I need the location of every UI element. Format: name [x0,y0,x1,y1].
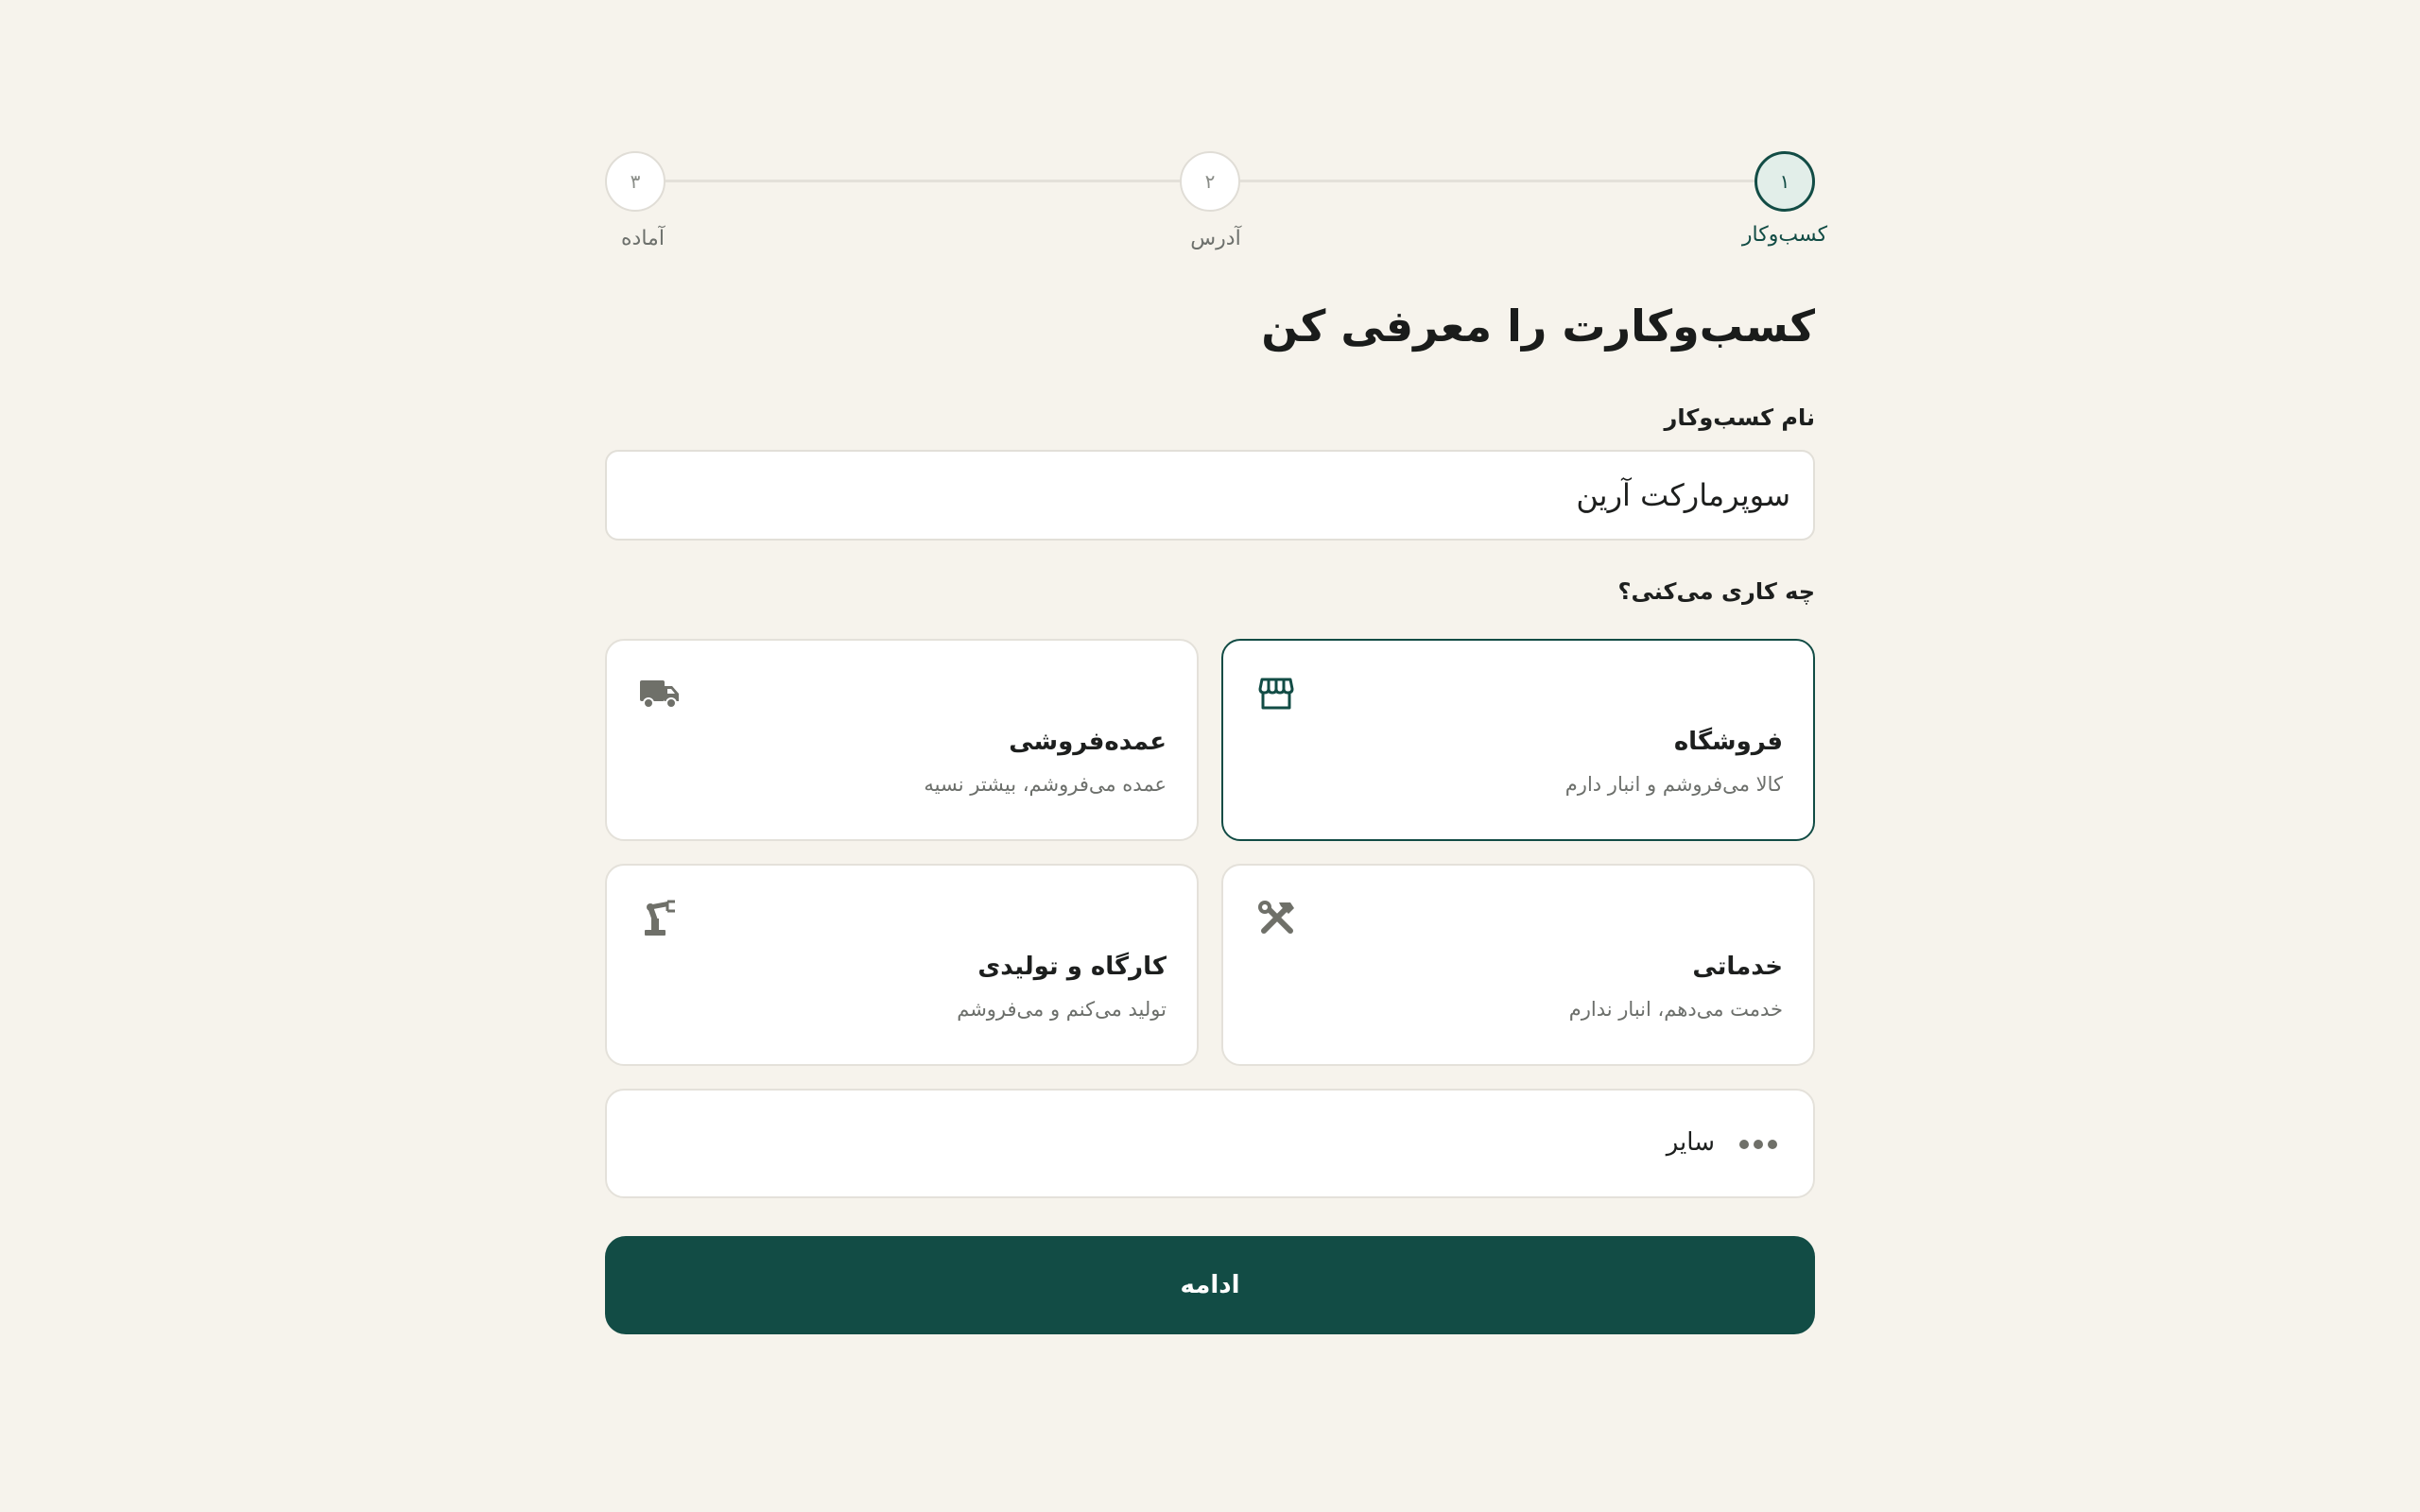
business-name-input[interactable] [605,450,1815,541]
option-wholesale-title: عمده‌فروشی [1009,728,1167,756]
option-wholesale-description: عمده می‌فروشم، بیشتر نسیه [924,773,1167,796]
option-service-description: خدمت می‌دهم، انبار ندارم [1568,998,1783,1021]
onboarding-page: ۱ ۲ ۳ کسب‌وکار آدرس آماده کسب‌وکارت را م… [0,0,2420,1512]
option-other-row[interactable]: سایر [605,1089,1815,1198]
option-service-card[interactable]: خدماتی خدمت می‌دهم، انبار ندارم [1221,864,1815,1066]
continue-button[interactable]: ادامه [605,1236,1815,1334]
step-1-circle[interactable]: ۱ [1754,151,1815,212]
option-wholesale-card[interactable]: عمده‌فروشی عمده می‌فروشم، بیشتر نسیه [605,639,1199,841]
storefront-icon [1255,673,1297,714]
step-3-label: آماده [621,227,665,250]
option-store-card[interactable]: فروشگاه کالا می‌فروشم و انبار دارم [1221,639,1815,841]
business-name-label: نام کسب‌وکار [1664,404,1815,431]
more-dots-icon [1739,1134,1777,1155]
option-other-label: سایر [1666,1128,1715,1157]
robot-arm-icon [639,898,681,939]
page-title: کسب‌وکارت را معرفی کن [1261,301,1815,352]
step-3-circle[interactable]: ۳ [605,151,666,212]
option-workshop-title: کارگاه و تولیدی [977,953,1167,981]
option-workshop-description: تولید می‌کنم و می‌فروشم [957,998,1167,1021]
option-store-description: کالا می‌فروشم و انبار دارم [1564,773,1783,796]
hammer-wrench-icon [1255,898,1297,939]
step-2-number: ۲ [1204,170,1216,193]
step-2-label: آدرس [1190,227,1241,250]
option-service-title: خدماتی [1692,953,1783,981]
step-2-circle[interactable]: ۲ [1180,151,1240,212]
step-3-number: ۳ [630,170,641,193]
step-1-number: ۱ [1779,170,1790,193]
business-type-question: چه کاری می‌کنی؟ [1617,578,1815,605]
truck-icon [639,673,681,714]
option-store-title: فروشگاه [1673,728,1783,756]
option-workshop-card[interactable]: کارگاه و تولیدی تولید می‌کنم و می‌فروشم [605,864,1199,1066]
step-1-label: کسب‌وکار [1741,223,1828,247]
